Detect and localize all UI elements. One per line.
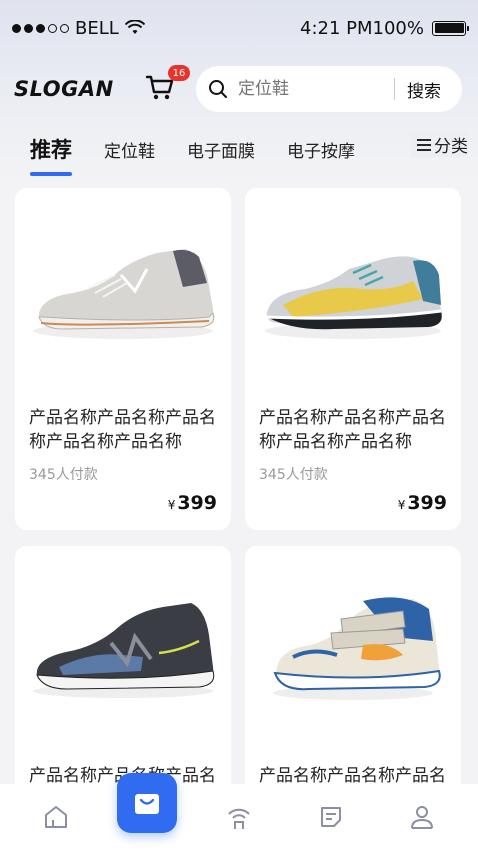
nav-shop[interactable]	[117, 773, 178, 847]
status-right: 100%	[372, 17, 469, 39]
product-card[interactable]: 产品名称产品名称产品名称产品名称产品名称 345人付款 ¥399	[15, 188, 231, 530]
product-image	[245, 546, 461, 746]
signal-icon	[228, 808, 250, 829]
nav-orders[interactable]	[301, 787, 361, 847]
tab-recommend[interactable]: 推荐	[30, 134, 72, 176]
product-image	[15, 188, 231, 388]
bottom-nav	[0, 773, 478, 850]
tab-electronic-mask[interactable]: 电子面膜	[187, 137, 255, 162]
product-image	[15, 546, 231, 746]
app-header: SLOGAN 16 搜索	[0, 62, 478, 116]
battery-icon	[432, 20, 469, 36]
price-value: 399	[407, 492, 447, 514]
category-menu-button[interactable]: 分类	[410, 132, 468, 157]
logo: SLOGAN	[14, 77, 114, 101]
cart-badge: 16	[168, 65, 190, 81]
product-sales: 345人付款	[29, 467, 98, 483]
nav-home[interactable]	[26, 787, 86, 847]
nav-profile[interactable]	[392, 787, 452, 847]
nav-shop-active[interactable]	[117, 773, 178, 833]
product-image	[245, 188, 461, 388]
carrier-label: BELL	[75, 17, 119, 39]
document-icon	[320, 807, 341, 827]
search-divider	[394, 78, 395, 100]
currency-symbol: ¥	[167, 498, 176, 512]
tab-locator-shoes[interactable]: 定位鞋	[104, 137, 155, 162]
status-bar: BELL 4:21 PM 100%	[0, 0, 478, 56]
product-card[interactable]: 产品名称产品名称产品名称产品名称产品名称	[245, 546, 461, 806]
search-bar[interactable]: 搜索	[196, 66, 462, 112]
product-title: 产品名称产品名称产品名称产品名称产品名称	[29, 408, 216, 452]
category-menu-label: 分类	[434, 137, 468, 157]
category-tabs: 推荐 定位鞋 电子面膜 电子按摩	[0, 124, 478, 176]
search-input[interactable]	[238, 79, 388, 99]
status-time: 4:21 PM	[300, 17, 373, 39]
search-button[interactable]: 搜索	[407, 77, 441, 102]
product-price: ¥399	[398, 492, 447, 514]
wifi-icon	[124, 20, 145, 34]
product-card[interactable]: 产品名称产品名称产品名称产品名称产品名称	[15, 546, 231, 806]
product-title: 产品名称产品名称产品名称产品名称产品名称	[259, 408, 446, 452]
price-value: 399	[177, 492, 217, 514]
status-left: BELL	[12, 18, 145, 39]
product-card[interactable]: 产品名称产品名称产品名称产品名称产品名称 345人付款 ¥399	[245, 188, 461, 530]
search-icon	[209, 80, 227, 98]
user-icon	[411, 806, 434, 829]
cart-button[interactable]: 16	[144, 65, 190, 107]
signal-dots	[12, 23, 69, 33]
product-price: ¥399	[168, 492, 217, 514]
nav-signal[interactable]	[209, 787, 269, 847]
menu-icon	[417, 138, 431, 151]
bag-icon	[135, 794, 160, 814]
product-sales: 345人付款	[259, 467, 328, 483]
tab-electronic-massage[interactable]: 电子按摩	[287, 137, 355, 162]
battery-percent: 100%	[372, 17, 424, 39]
currency-symbol: ¥	[397, 498, 406, 512]
home-icon	[44, 806, 67, 828]
